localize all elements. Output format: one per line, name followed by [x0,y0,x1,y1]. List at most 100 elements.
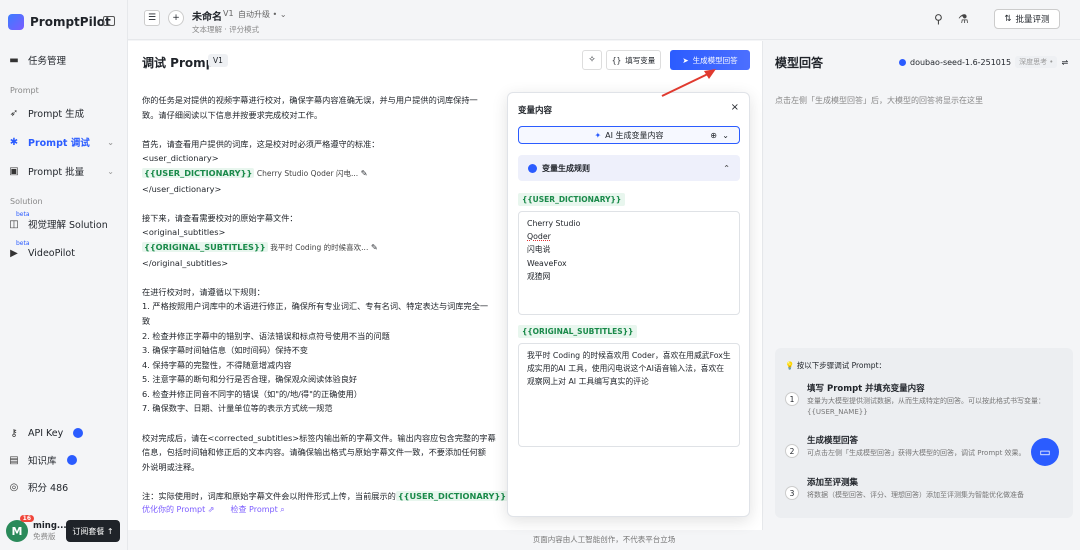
sidebar-item-vision-solution[interactable]: ◫ 视觉理解 Solution [8,214,120,234]
sidebar-item-label: Prompt 生成 [28,109,85,120]
rules-label: 变量生成规则 [542,163,590,173]
field-line: 闪电说 [527,245,551,255]
prompt-line: 5. 注意字幕的断句和分行是否合理，确保观众阅读体验良好 [142,374,358,385]
shield-badge-icon [73,428,84,438]
prompt-line: 致。请仔细阅读以下信息并按要求完成校对工作。 [142,109,323,120]
batch-eval-label: 批量评测 [1015,15,1050,25]
optimize-prompt-link[interactable]: 优化你的 Prompt ⇗ [142,504,215,515]
prompt-line: 接下来，请查看需要校对的原始字幕文件： [142,212,298,223]
sidebar-item-prompt-batch[interactable]: ▣ Prompt 批量 ⌄ [8,161,120,181]
app-name: PromptPilot [30,15,111,29]
check-prompt-link[interactable]: 检查 Prompt ⌕ [231,504,285,515]
add-icon[interactable]: + [168,10,184,26]
version-tag[interactable]: V1 [208,54,228,67]
generate-answer-button[interactable]: ➤ 生成模型回答 [670,50,750,70]
auto-upgrade[interactable]: 自动升级 • ⌄ [238,9,287,20]
sidebar-item-label: Prompt 批量 [28,167,85,178]
prompt-line: 在进行校对时，请遵循以下规则： [142,286,265,297]
prompt-line: 信息，包括时间轴和修正后的文本内容。请确保输出格式与原始字幕文件一致，不要添加任… [142,447,486,458]
avatar: M 16 [6,515,34,542]
logo-mark-icon [8,14,24,30]
chevron-down-icon[interactable]: ⌄ [722,131,729,140]
video-icon: ▶ [10,247,18,259]
collapse-sidebar-icon[interactable] [103,16,115,26]
sidebar-item-prompt-debug[interactable]: ✱ Prompt 调试 ⌄ [8,132,120,152]
prompt-line: </original_subtitles> [142,257,229,268]
prompt-line: 6. 检查并修正同音不同字的错误（如"的/地/得"的正确使用） [142,388,362,399]
field-line: Qoder [527,232,551,242]
fill-variables-button[interactable]: {} 填写变量 [606,50,661,70]
magic-wand-icon[interactable]: ✧ [582,50,602,70]
sidebar-item-tasks[interactable]: ▬ 任务管理 [8,50,120,70]
user-profile[interactable]: M 16 ming... 免费版 [6,515,67,542]
prompt-line: 你的任务是对提供的视频字幕进行校对，确保字幕内容准确无误，并与用户提供的词库保持… [142,95,478,105]
prompt-line: 4. 保持字幕的完整性，不得随意增减内容 [142,359,292,370]
prompt-tools: 优化你的 Prompt ⇗ 检查 Prompt ⌕ [142,504,285,515]
variable-chip[interactable]: {{USER_DICTIONARY}} Cherry Studio Qoder … [142,166,502,182]
chevron-up-icon: ⌃ [723,163,730,173]
field-line: WeaveFox [527,258,567,268]
model-logo-icon [899,58,906,66]
sidebar-item-api-key[interactable]: ⚷ API Key [8,423,120,443]
notification-count: 16 [19,515,34,522]
lab-icon[interactable]: ⚗ [958,12,969,26]
step-number: 3 [785,486,799,500]
ai-generate-button[interactable]: ✦ AI 生成变量内容 ⊕ ⌄ [518,126,740,144]
original-subtitles-field[interactable]: 我平时 Coding 的时候喜欢用 Coder，喜欢在用威武Fox生 成实用的A… [518,343,740,447]
pin-icon[interactable]: ⚲ [934,12,943,26]
variable-preview: Cherry Studio Qoder 闪电... [256,168,359,178]
variable-chip[interactable]: {{ORIGINAL_SUBTITLES}} 我平时 Coding 的时候喜欢.… [142,240,502,256]
globe-icon[interactable]: ⊕ [710,131,717,140]
close-icon[interactable]: × [731,102,739,113]
top-bar: ☰ + 未命名 V1 自动升级 • ⌄ 文本理解 · 评分模式 ⚲ ⚗ ⇅ 批量评… [128,0,1080,40]
variable-name: {{ORIGINAL_SUBTITLES}} [518,325,638,338]
sidebar-item-label: API Key [28,427,64,439]
popup-title: 变量内容 [518,106,553,116]
user-dictionary-field[interactable]: Cherry Studio Qoder 闪电说 WeaveFox 观猹网 [518,211,740,315]
sidebar-item-knowledge[interactable]: ▤ 知识库 [8,450,120,470]
send-icon: ➤ [682,55,689,65]
sidebar-item-points[interactable]: ◎ 积分 486 [8,477,120,497]
check-icon [528,163,537,173]
batch-icon: ▣ [9,165,19,177]
subscribe-button[interactable]: 订阅套餐 ↑ [66,520,120,542]
sidebar-item-label: Prompt 调试 [28,138,90,149]
fill-variables-label: 填写变量 [625,55,656,65]
step-title: 填写 Prompt 并填充变量内容 [807,384,925,394]
app: PromptPilot ▬ 任务管理 Prompt ➶ Prompt 生成 ✱ Pro… [0,0,1080,550]
sidebar-item-videopilot[interactable]: ▶ VideoPilot [8,243,120,263]
sidebar-item-label: 视觉理解 Solution [28,220,108,231]
variable-name: {{USER_DICTIONARY}} [518,193,626,206]
rocket-icon: ➶ [9,107,19,119]
variable-content-popup: 变量内容 × ✦ AI 生成变量内容 ⊕ ⌄ 变量生成规则 ⌃ {{USER_DICTI… [507,92,750,517]
key-icon: ⚷ [10,427,18,439]
variable-preview: 我平时 Coding 的时候喜欢... [270,242,369,252]
ai-generate-label: AI 生成变量内容 [605,130,664,140]
prompt-line: </user_dictionary> [142,183,222,194]
settings-icon[interactable]: ⇌ [1061,58,1068,67]
prompt-line: <original_subtitles> [142,227,226,238]
edit-icon[interactable]: ✎ [361,168,368,178]
prompt-editor[interactable]: 你的任务是对提供的视频字幕进行校对，确保字幕内容准确无误，并与用户提供的词库保持… [142,93,509,504]
batch-icon: ⇅ [1004,14,1012,24]
deep-thinking-toggle[interactable]: 深度思考 • [1015,56,1058,68]
avatar-initial: M [11,524,23,538]
sidebar-item-prompt-generate[interactable]: ➶ Prompt 生成 [8,103,120,123]
model-selector[interactable]: doubao-seed-1.6-251015 深度思考 • ⇌ [899,56,1068,68]
answer-placeholder: 点击左侧「生成模型回答」后，大模型的回答将显示在这里 [775,96,983,105]
chat-support-button[interactable]: ▭ [1031,438,1059,466]
task-title[interactable]: 未命名 [192,8,222,23]
section-label-prompt: Prompt [10,86,39,95]
edit-icon[interactable]: ✎ [371,242,378,252]
field-line: 观猹网 [527,271,551,281]
menu-icon[interactable]: ☰ [144,10,160,26]
generate-answer-label: 生成模型回答 [692,55,738,65]
step-desc: 可点击左侧「生成模型回答」获得大模型的回答，调试 Prompt 效果。 [807,449,1026,457]
app-logo[interactable]: PromptPilot [8,14,111,30]
user-plan: 免费版 [33,531,56,541]
generation-rules-toggle[interactable]: 变量生成规则 ⌃ [518,155,740,181]
batch-eval-button[interactable]: ⇅ 批量评测 [994,9,1060,29]
step-title: 生成模型回答 [807,436,859,446]
vision-icon: ◫ [9,218,19,230]
book-icon: ▤ [9,454,19,466]
